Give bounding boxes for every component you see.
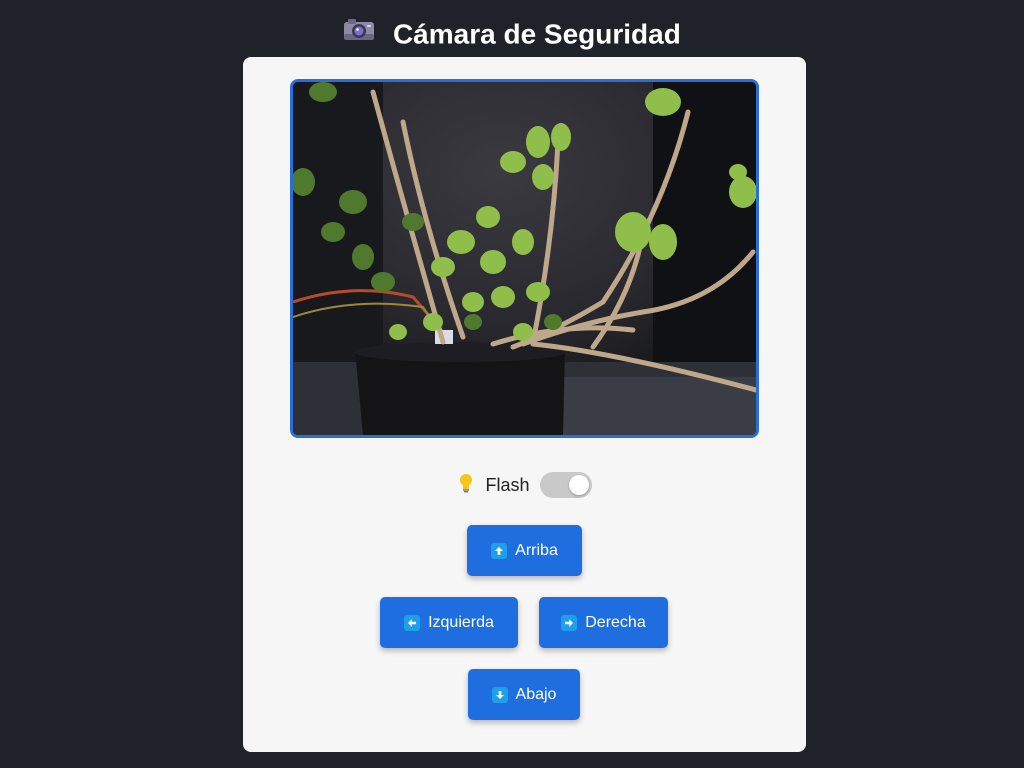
camera-stream: [290, 79, 759, 438]
flash-control: Flash: [243, 471, 806, 499]
right-button[interactable]: Derecha: [539, 597, 668, 648]
page-header: Cámara de Seguridad: [0, 14, 1024, 54]
flash-label: Flash: [485, 474, 530, 495]
arrow-down-icon: [491, 686, 508, 703]
arrow-up-icon: [491, 542, 508, 559]
right-button-label: Derecha: [585, 613, 646, 631]
arrow-left-icon: [404, 614, 421, 631]
camera-icon: [343, 14, 375, 52]
camera-feed-image: [293, 82, 756, 435]
lightbulb-icon: [457, 473, 475, 498]
up-button[interactable]: Arriba: [467, 525, 582, 576]
down-button[interactable]: Abajo: [468, 669, 580, 720]
down-button-label: Abajo: [515, 685, 557, 703]
page-title: Cámara de Seguridad: [392, 18, 681, 50]
camera-card: Flash Arriba Izquierda Derecha Abajo: [243, 57, 806, 752]
up-button-label: Arriba: [515, 541, 558, 559]
left-button-label: Izquierda: [428, 613, 494, 631]
arrow-right-icon: [561, 614, 578, 631]
flash-toggle[interactable]: [539, 472, 592, 498]
toggle-knob: [568, 475, 589, 495]
left-button[interactable]: Izquierda: [380, 597, 518, 648]
